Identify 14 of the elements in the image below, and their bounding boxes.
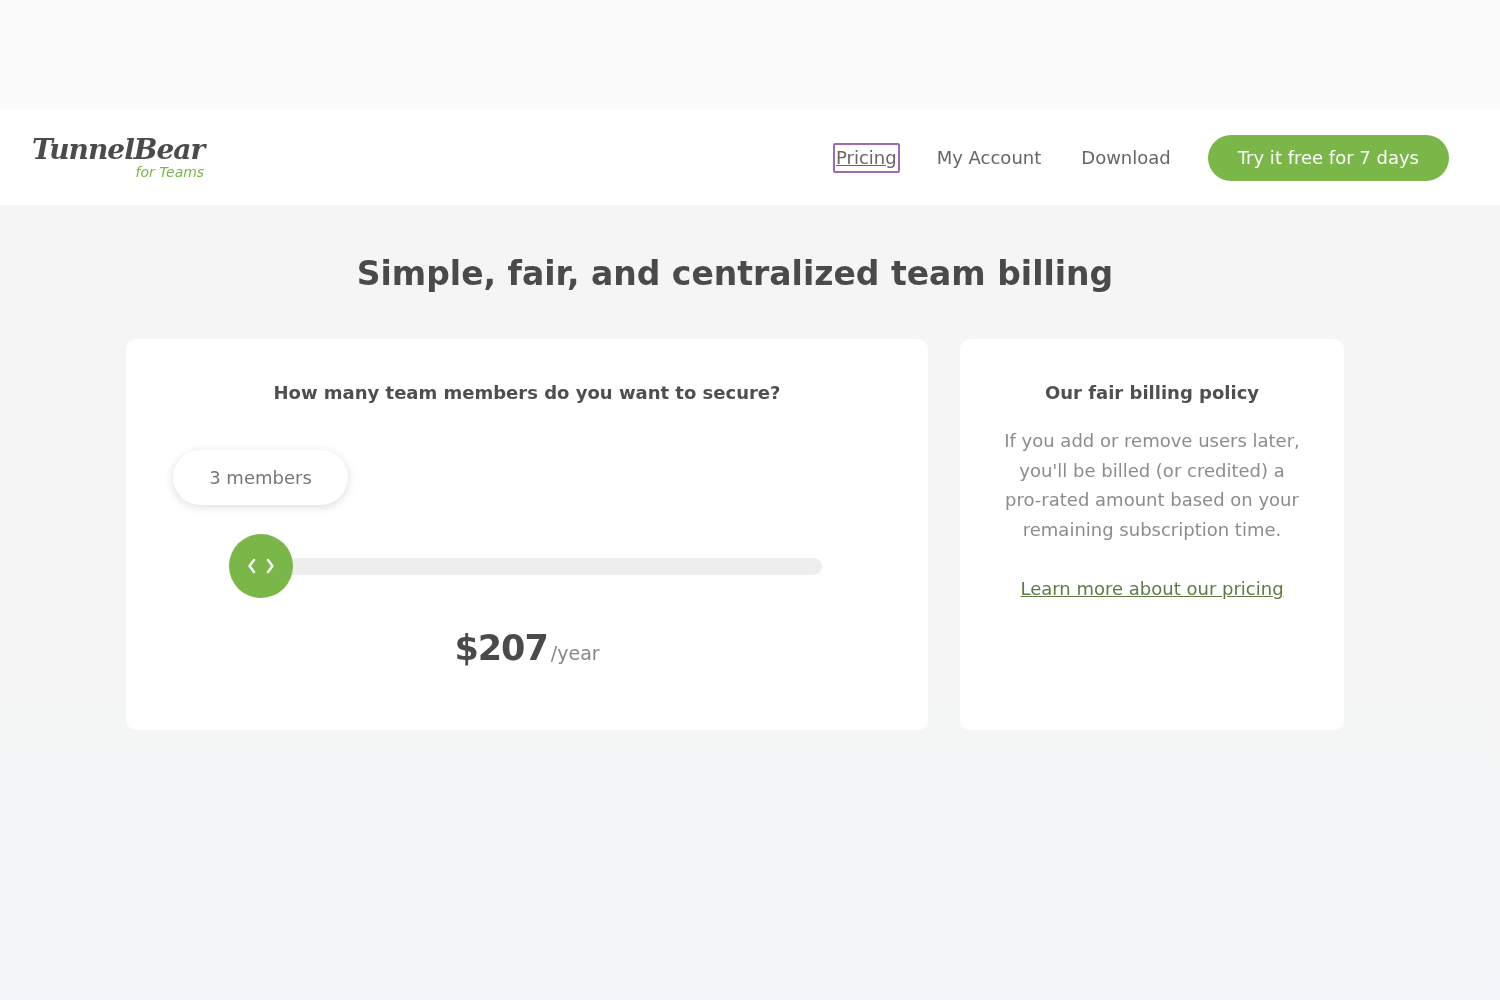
page-heading: Simple, fair, and centralized team billing <box>355 253 1115 295</box>
tooltip-bubble: 3 members <box>173 450 348 505</box>
nav-link[interactable]: Pricing <box>833 142 900 173</box>
price-amount: $207 <box>454 627 548 670</box>
nav-link[interactable]: Download <box>1078 142 1174 173</box>
members-question: How many team members do you want to secure? <box>273 381 781 405</box>
pricing-link[interactable]: Learn more about our pricing <box>1020 577 1284 601</box>
price-period: /year <box>550 641 600 666</box>
policy-text: If you add or remove users later, you'll be billed (or credited) a pro-rated amount based on your remaining subscription time. <box>1003 429 1301 542</box>
logo-tagline: for Teams <box>135 163 205 180</box>
nav-link[interactable]: My Account <box>933 142 1045 173</box>
policy-title: Our fair billing policy <box>1044 381 1260 405</box>
logo-wordmark[interactable]: TunnelBear <box>32 135 205 164</box>
chevrons-left-right-icon <box>248 558 274 574</box>
